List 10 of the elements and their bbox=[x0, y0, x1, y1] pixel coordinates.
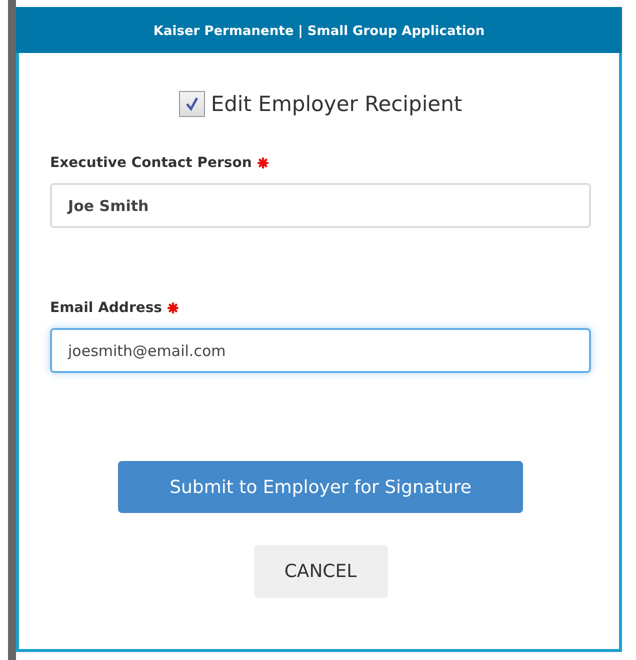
checkbox-label: Edit Employer Recipient bbox=[210, 92, 462, 116]
field-label: Email Address bbox=[50, 300, 162, 316]
field-label: Executive Contact Person bbox=[50, 155, 252, 171]
check-icon bbox=[184, 96, 200, 112]
checkbox[interactable] bbox=[178, 91, 205, 117]
input-field[interactable]: joesmith@email.com bbox=[50, 328, 591, 373]
input-field[interactable]: Joe Smith bbox=[50, 183, 591, 228]
cancel-button[interactable]: CANCEL bbox=[254, 545, 388, 598]
submit-button[interactable]: Submit to Employer for Signature bbox=[118, 461, 523, 513]
dialog-title: Kaiser Permanente | Small Group Application bbox=[16, 7, 622, 53]
